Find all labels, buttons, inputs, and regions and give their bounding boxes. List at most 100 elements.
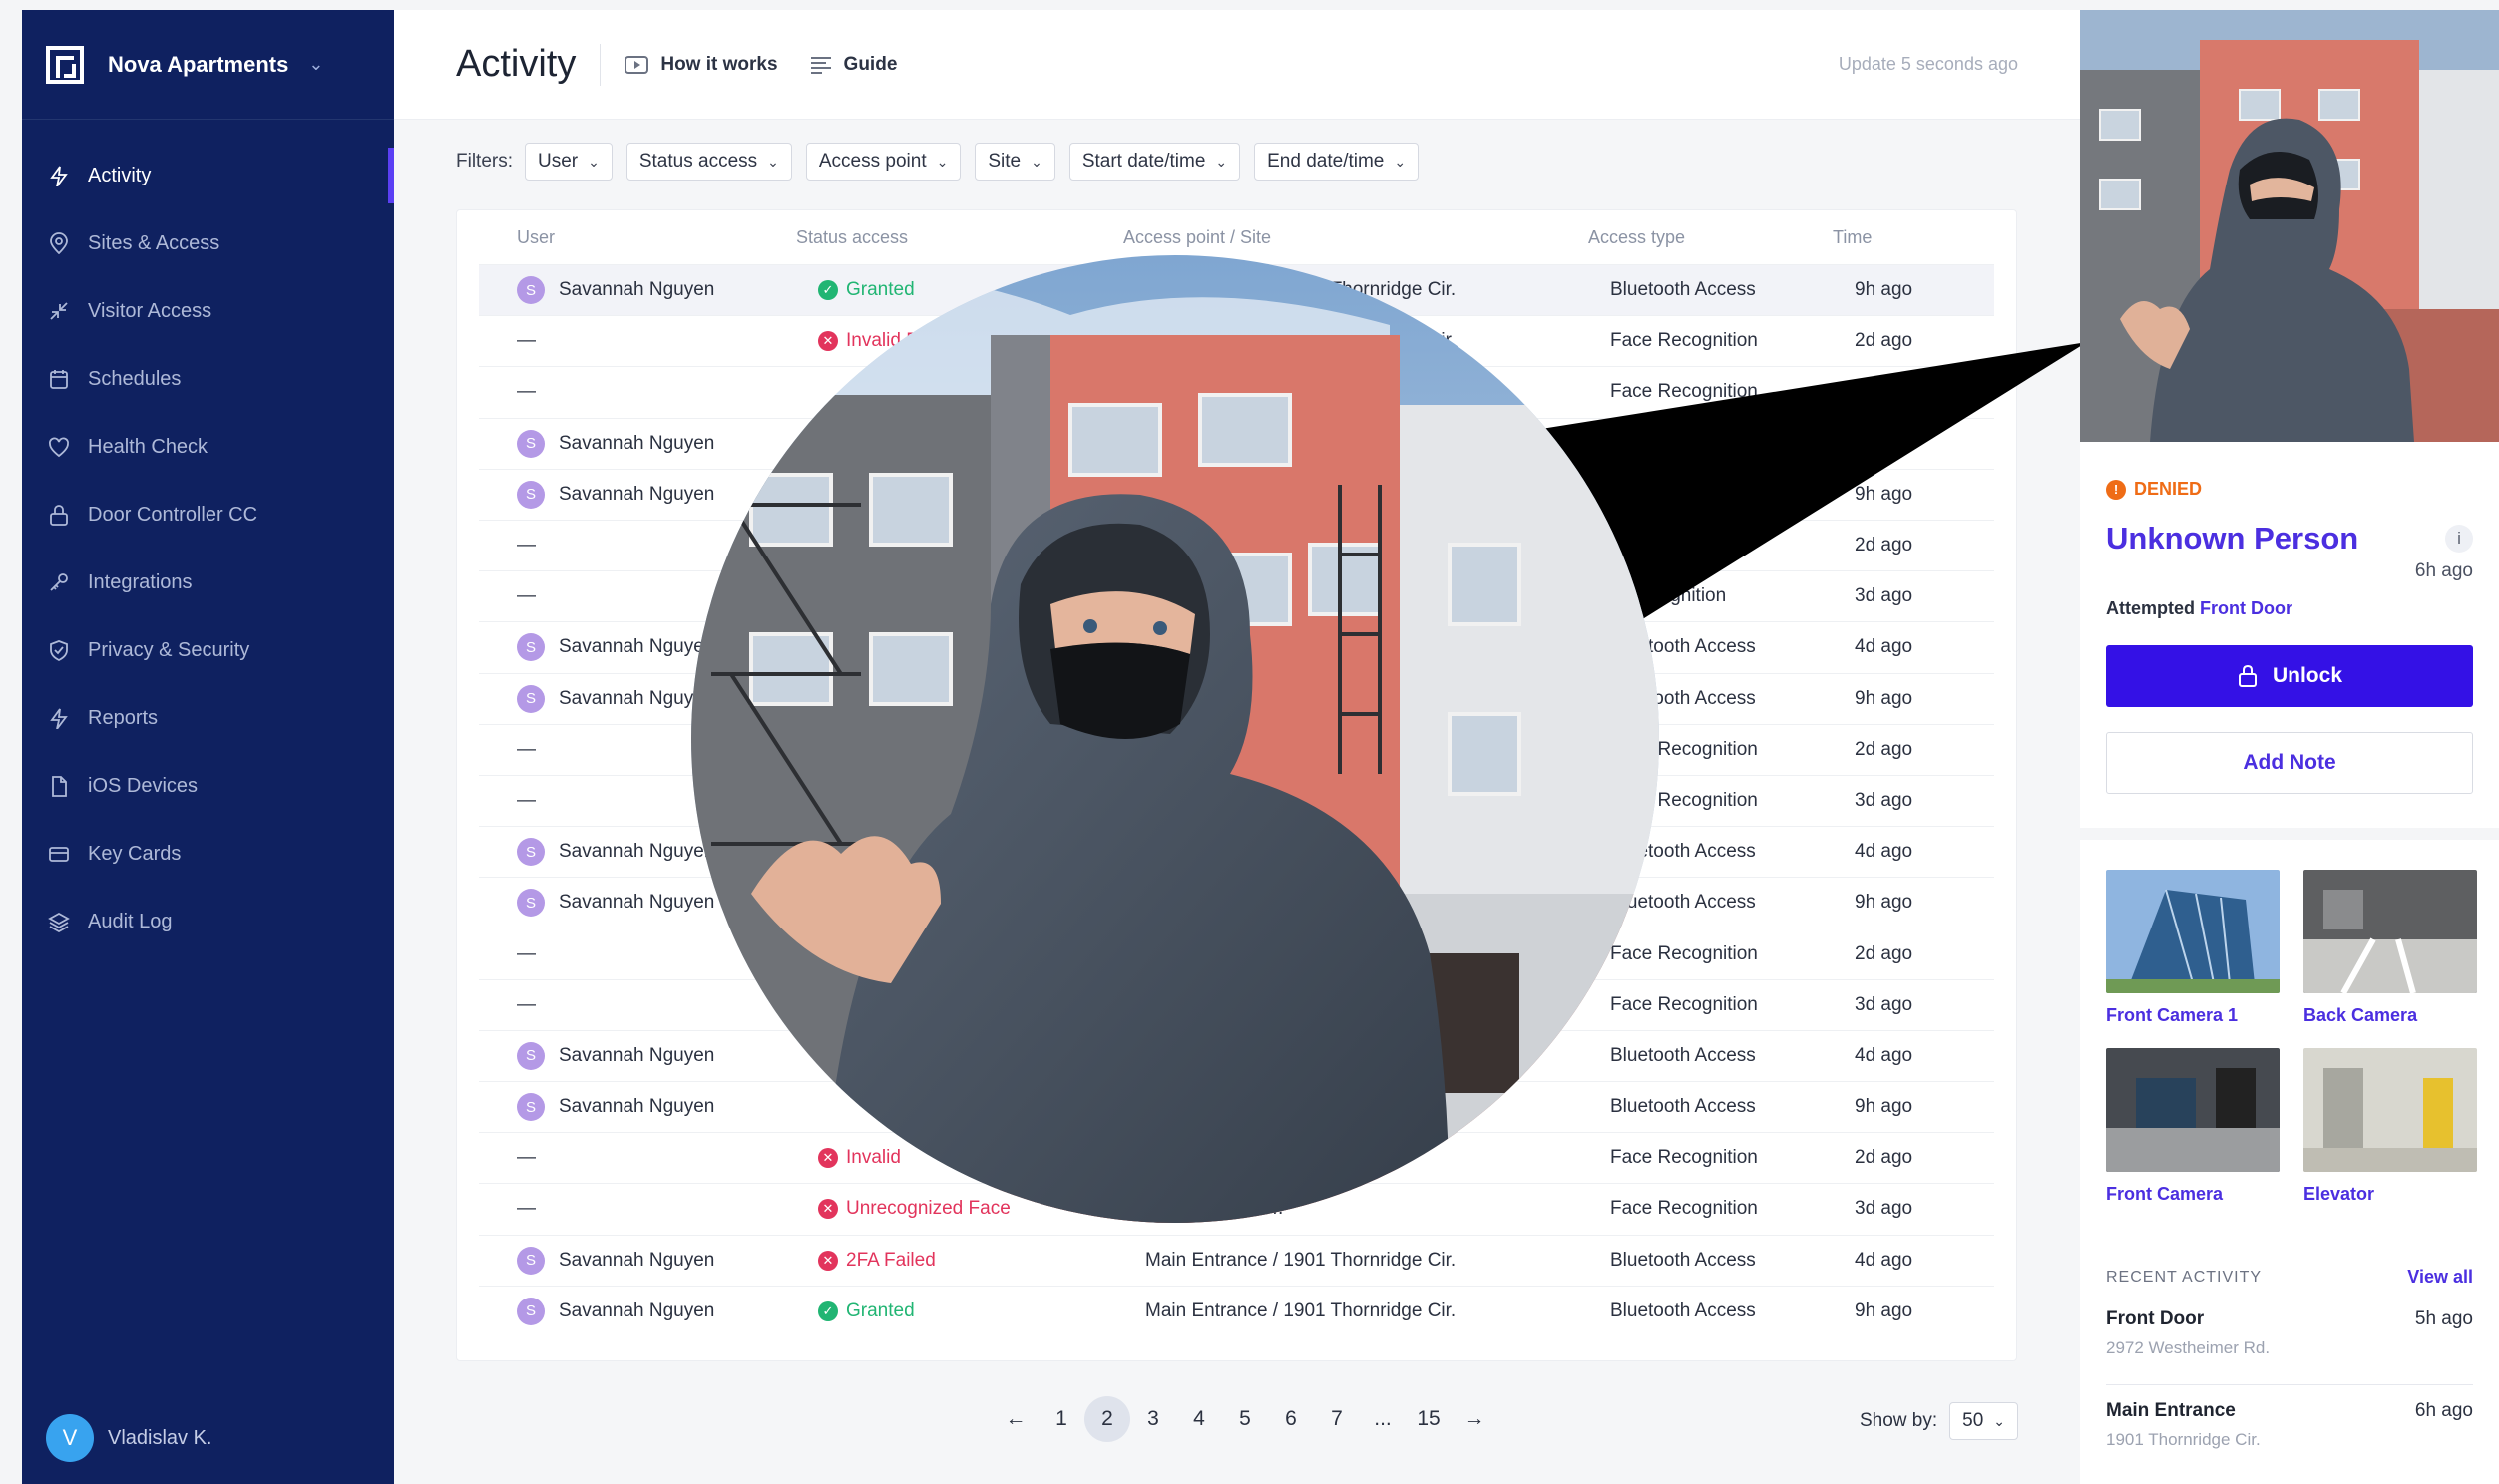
access-type-cell: Face Recognition [1610,1147,1758,1169]
recent-item-address: 2972 Westheimer Rd. [2106,1338,2271,1357]
time-cell: 9h ago [1855,687,1913,709]
recent-item[interactable]: Main Entrance 6h ago 1901 Thornridge Cir… [2106,1400,2473,1450]
sidebar-item-ios-devices[interactable]: iOS Devices [22,752,394,820]
filter-user[interactable]: User ⌄ [525,143,613,181]
user-cell: — [517,585,536,607]
time-cell: 9h ago [1855,279,1913,301]
sidebar-item-privacy-security[interactable]: Privacy & Security [22,616,394,684]
camera-label: Back Camera [2303,1005,2418,1025]
avatar: S [517,1093,545,1122]
status-cell: Invalid [846,1147,901,1169]
calendar-icon [46,366,72,392]
sidebar-item-integrations[interactable]: Integrations [22,549,394,616]
page-6[interactable]: 6 [1268,1396,1314,1442]
show-by-select[interactable]: 50 ⌄ [1949,1402,2018,1440]
time-cell: 9h ago [1855,892,1913,914]
page-15[interactable]: 15 [1406,1396,1452,1442]
user-cell: Savannah Nguyen [559,636,715,658]
avatar: S [517,480,545,509]
filter-start-date-time[interactable]: Start date/time ⌄ [1068,143,1241,181]
page-1[interactable]: 1 [1039,1396,1084,1442]
sidebar-item-key-cards[interactable]: Key Cards [22,820,394,888]
camera-thumbnail [2106,1048,2280,1172]
zoomed-camera-view [691,255,1659,1223]
page-2[interactable]: 2 [1084,1396,1130,1442]
avatar: S [517,1297,545,1325]
filter-site[interactable]: Site ⌄ [975,143,1055,181]
user-cell: — [517,330,536,352]
pagination: ← 1 2 3 4 5 6 7... 15 → [993,1396,1497,1442]
page-5[interactable]: 5 [1222,1396,1268,1442]
prev-page-icon[interactable]: ← [993,1396,1039,1442]
pagination-ellipsis: ... [1374,1407,1392,1430]
add-note-button[interactable]: Add Note [2106,732,2473,794]
column-header: Status access [796,226,909,247]
filter-end-date-time[interactable]: End date/time ⌄ [1254,143,1420,181]
view-all-link[interactable]: View all [2407,1267,2473,1288]
card-icon [46,841,72,867]
sidebar-item-visitor-access[interactable]: Visitor Access [22,277,394,345]
sidebar-item-activity[interactable]: Activity [22,142,394,209]
org-name: Nova Apartments [108,51,289,77]
recent-item[interactable]: Front Door 5h ago 2972 Westheimer Rd. [2106,1308,2473,1358]
filters-bar: Filters: User ⌄ Status access ⌄ Access point… [456,143,1433,181]
camera-tile[interactable]: Elevator [2303,1048,2477,1205]
camera-tile[interactable]: Front Camera [2106,1048,2280,1205]
sidebar-nav: Activity Sites & Access Visitor Access Sche… [22,142,394,955]
recent-item-time: 5h ago [2414,1308,2473,1329]
guide-link[interactable]: Guide [810,54,897,76]
x-icon: ✕ [818,1199,838,1220]
sidebar-item-label: Activity [88,164,152,186]
show-by: Show by: 50 ⌄ [1860,1402,2018,1440]
sidebar-item-schedules[interactable]: Schedules [22,345,394,413]
next-page-icon[interactable]: → [1452,1396,1497,1442]
camera-tile[interactable]: Front Camera 1 [2106,870,2280,1026]
sidebar: Nova Apartments ⌄ Activity Sites & Access… [22,10,394,1484]
time-cell: 9h ago [1855,1299,1913,1321]
time-cell: 2d ago [1855,1147,1913,1169]
user-profile[interactable]: V Vladislav K. [46,1414,212,1462]
column-header: Access type [1588,226,1686,247]
time-cell: ago [1855,432,1886,454]
filter-label: End date/time [1267,151,1385,172]
column-header: Access point / Site [1123,226,1272,247]
sidebar-item-health-check[interactable]: Health Check [22,413,394,481]
how-it-works-label: How it works [660,53,778,75]
time-cell: 3d ago [1855,789,1913,811]
unlock-button[interactable]: Unlock [2106,645,2473,707]
sidebar-item-door-controller-cc[interactable]: Door Controller CC [22,481,394,549]
how-it-works-link[interactable]: How it works [625,53,778,76]
filter-status-access[interactable]: Status access ⌄ [625,143,792,181]
filter-access-point[interactable]: Access point ⌄ [805,143,962,181]
org-switcher[interactable]: Nova Apartments ⌄ [22,10,394,120]
sidebar-item-audit-log[interactable]: Audit Log [22,888,394,955]
time-cell: 4d ago [1855,1044,1913,1066]
event-time: 6h ago [2414,560,2473,581]
sidebar-item-reports[interactable]: Reports [22,684,394,752]
info-icon[interactable]: i [2445,525,2473,553]
sidebar-item-sites-access[interactable]: Sites & Access [22,209,394,277]
page-4[interactable]: 4 [1176,1396,1222,1442]
time-cell: 2d ago [1855,330,1913,352]
table-row[interactable]: S Savannah Nguyen ✕ 2FA Failed Main Entrance… [479,1234,1994,1286]
camera-tile[interactable]: Back Camera [2303,870,2477,1026]
time-cell: 3d ago [1855,585,1913,607]
person-name: Unknown Person [2106,521,2359,556]
recent-item-address: 1901 Thornridge Cir. [2106,1430,2261,1449]
access-type-cell: Face Recognition [1610,1198,1758,1220]
time-cell: 3d ago [1855,993,1913,1015]
document-icon [46,773,72,799]
event-photo[interactable] [2080,10,2499,442]
alert-icon: ! [2106,479,2126,500]
user-cell: Savannah Nguyen [559,841,715,863]
time-cell: 4d ago [1855,636,1913,658]
access-type-cell: Face Recognition [1610,993,1758,1015]
sidebar-item-label: Privacy & Security [88,638,250,661]
access-type-cell: Bluetooth Access [1610,279,1756,301]
check-icon: ✓ [818,1300,838,1321]
page-3[interactable]: 3 [1130,1396,1176,1442]
table-row[interactable]: S Savannah Nguyen ✓ Granted Main Entrance / … [479,1285,1994,1336]
page-7[interactable]: 7 [1314,1396,1360,1442]
sidebar-item-label: Key Cards [88,842,182,865]
attempted-door-link[interactable]: Front Door [2200,598,2292,618]
